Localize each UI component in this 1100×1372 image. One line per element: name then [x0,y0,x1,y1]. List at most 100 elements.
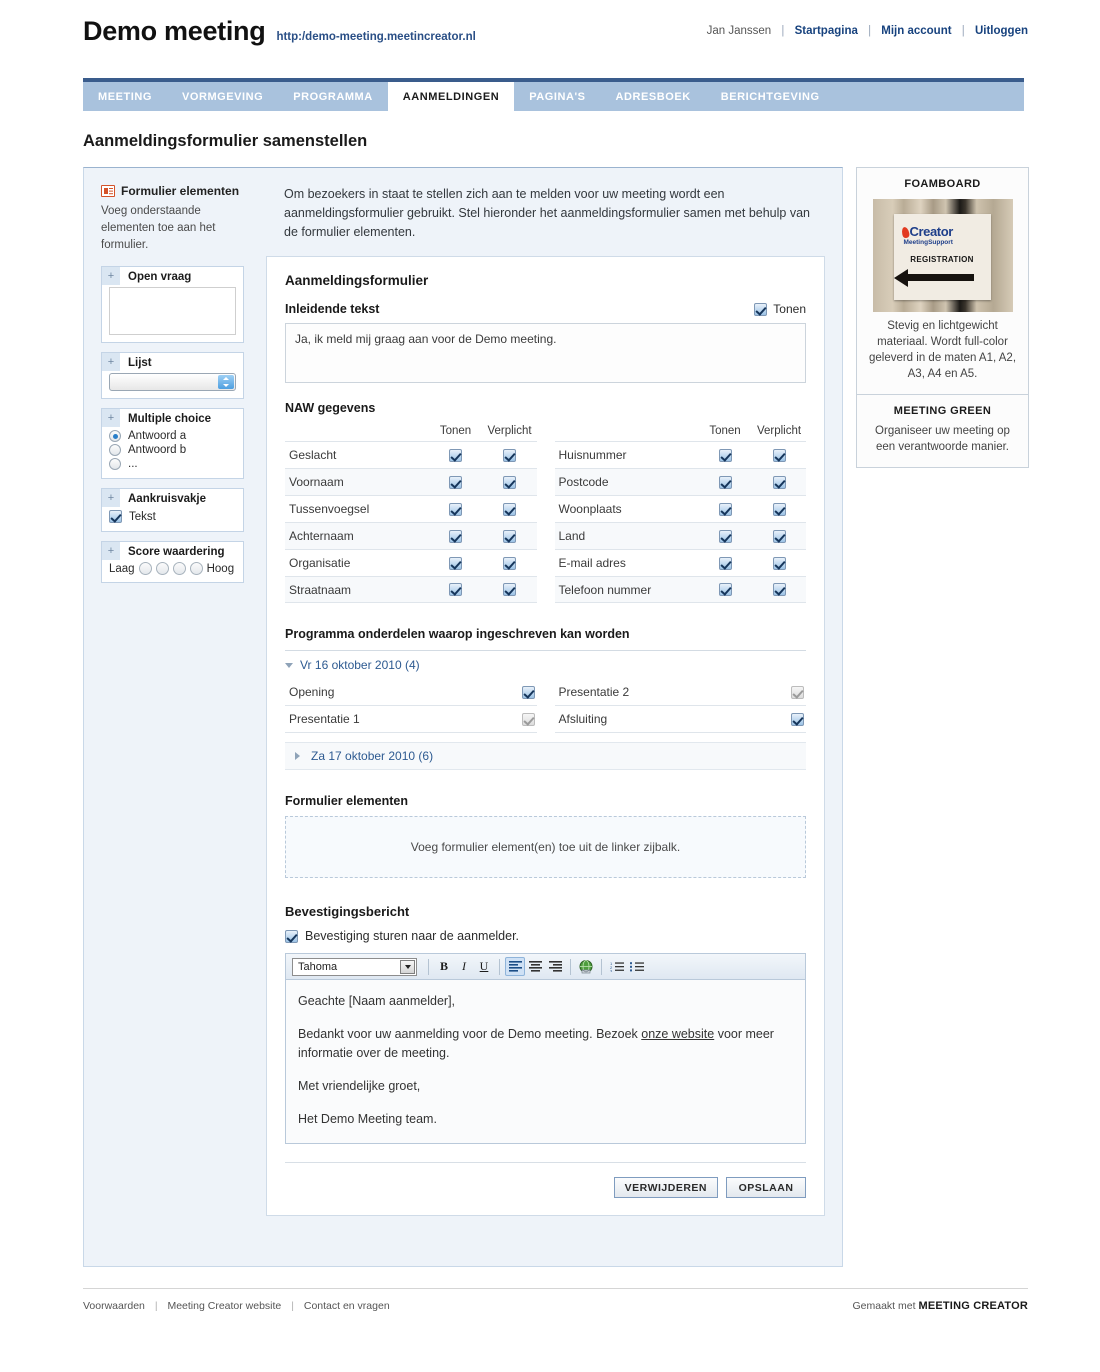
widget-aankruisvakje[interactable]: + Aankruisvakje Tekst [101,488,244,532]
naw-tonen-cell[interactable] [429,529,483,543]
inleidende-tekst-input[interactable]: Ja, ik meld mij graag aan voor de Demo m… [285,323,806,383]
widget-open-vraag[interactable]: + Open vraag [101,266,244,343]
naw-verplicht-cell[interactable] [752,502,806,516]
naw-tonen-cell[interactable] [429,502,483,516]
checkbox-checked-icon[interactable] [772,556,786,570]
programma-day-2-toggle[interactable]: Za 17 oktober 2010 (6) [285,742,806,770]
align-left-button[interactable] [505,957,525,976]
naw-tonen-cell[interactable] [698,448,752,462]
tab-vormgeving[interactable]: VORMGEVING [167,82,278,111]
promo-box-meeting-green[interactable]: MEETING GREEN Organiseer uw meeting op e… [856,395,1029,468]
add-multiple-choice-button[interactable]: + [102,409,120,427]
promo-box-foamboard[interactable]: FOAMBOARD Creator MeetingSupport REGISTR… [856,167,1029,395]
tab-berichtgeving[interactable]: BERICHTGEVING [706,82,835,111]
checkbox-checked-icon[interactable] [772,529,786,543]
naw-verplicht-cell[interactable] [483,529,537,543]
nav-link-mijn-account[interactable]: Mijn account [881,25,951,37]
naw-verplicht-cell[interactable] [752,529,806,543]
editor-link-onze-website[interactable]: onze website [641,1027,714,1041]
tab-meeting[interactable]: MEETING [83,82,167,111]
checkbox-checked-icon[interactable] [449,502,462,516]
naw-tonen-cell[interactable] [429,475,483,489]
save-button[interactable]: OPSLAAN [726,1177,806,1198]
form-elements-dropzone[interactable]: Voeg formulier element(en) toe uit de li… [285,816,806,878]
italic-button[interactable]: I [454,957,474,976]
font-family-select[interactable]: Tahoma [292,957,417,976]
chevron-down-icon[interactable] [400,959,415,974]
unordered-list-button[interactable] [627,957,647,976]
add-aankruisvakje-button[interactable]: + [102,489,120,507]
insert-link-globe-button[interactable] [576,957,596,976]
tab-adresboek[interactable]: ADRESBOEK [601,82,706,111]
checkbox-checked-icon[interactable] [503,583,516,596]
checkbox-checked-icon[interactable] [772,448,786,462]
naw-tonen-cell[interactable] [429,556,483,570]
checkbox-checked-icon[interactable] [718,502,732,516]
bold-button[interactable]: B [434,957,454,976]
checkbox-checked-icon[interactable] [718,556,732,570]
footer-link-contact-en-vragen[interactable]: Contact en vragen [304,1300,390,1312]
checkbox-checked-icon[interactable] [503,529,516,543]
naw-verplicht-cell[interactable] [752,556,806,570]
programma-day-1-toggle[interactable]: Vr 16 oktober 2010 (4) [285,651,806,679]
nav-link-uitloggen[interactable]: Uitloggen [975,25,1028,37]
delete-button[interactable]: VERWIJDEREN [613,1177,718,1198]
tab-paginas[interactable]: PAGINA'S [514,82,600,111]
checkbox-checked-icon[interactable] [772,583,786,596]
checkbox-checked-icon[interactable] [718,529,732,543]
checkbox-checked-icon[interactable] [285,929,298,943]
naw-tonen-cell[interactable] [698,529,752,543]
widget-lijst[interactable]: + Lijst [101,352,244,399]
naw-verplicht-cell[interactable] [483,502,537,516]
checkbox-checked-icon[interactable] [503,502,516,516]
checkbox-checked-icon[interactable] [754,302,768,316]
align-center-button[interactable] [525,957,545,976]
inleidende-tekst-tonen-toggle[interactable]: Tonen [754,302,806,316]
naw-tonen-cell[interactable] [698,583,752,596]
checkbox-checked-icon[interactable] [449,583,462,596]
naw-tonen-cell[interactable] [698,502,752,516]
checkbox-checked-icon[interactable] [772,475,786,489]
naw-verplicht-cell[interactable] [483,475,537,489]
checkbox-checked-icon[interactable] [449,556,462,570]
add-lijst-button[interactable]: + [102,353,120,371]
checkbox-checked-icon[interactable] [718,448,732,462]
naw-verplicht-cell[interactable] [752,475,806,489]
tab-programma[interactable]: PROGRAMMA [278,82,388,111]
naw-tonen-cell[interactable] [429,448,483,462]
checkbox-checked-icon[interactable] [449,448,462,462]
footer-link-meeting-creator-website[interactable]: Meeting Creator website [167,1300,281,1312]
checkbox-checked-icon[interactable] [503,556,516,570]
checkbox-checked-icon[interactable] [503,448,516,462]
ordered-list-button[interactable]: 123 [607,957,627,976]
underline-button[interactable]: U [474,957,494,976]
nav-link-startpagina[interactable]: Startpagina [795,25,858,37]
naw-verplicht-cell[interactable] [752,583,806,596]
form-elements-sidebar: Formulier elementen Voeg onderstaande el… [84,168,266,1266]
checkbox-checked-icon[interactable] [718,583,732,596]
table-row: Achternaam [285,522,537,549]
widget-multiple-choice[interactable]: + Multiple choice Antwoord a Antwoord b … [101,408,244,479]
add-open-vraag-button[interactable]: + [102,267,120,285]
editor-body[interactable]: Geachte [Naam aanmelder], Bedankt voor u… [286,980,805,1143]
tab-aanmeldingen[interactable]: AANMELDINGEN [387,82,515,111]
checkbox-checked-icon[interactable] [791,712,804,726]
checkbox-checked-icon[interactable] [718,475,732,489]
naw-verplicht-cell[interactable] [483,583,537,596]
checkbox-checked-icon[interactable] [521,685,535,699]
naw-tonen-cell[interactable] [698,475,752,489]
naw-tonen-cell[interactable] [698,556,752,570]
widget-score-waardering[interactable]: + Score waardering Laag Hoog [101,541,244,583]
checkbox-checked-icon[interactable] [449,529,462,543]
footer-link-voorwaarden[interactable]: Voorwaarden [83,1300,145,1312]
add-score-waardering-button[interactable]: + [102,542,120,560]
align-right-button[interactable] [545,957,565,976]
naw-tonen-cell[interactable] [429,583,483,596]
bevestiging-toggle[interactable]: Bevestiging sturen naar de aanmelder. [285,929,806,943]
naw-verplicht-cell[interactable] [752,448,806,462]
checkbox-checked-icon[interactable] [503,475,516,489]
naw-verplicht-cell[interactable] [483,448,537,462]
checkbox-checked-icon[interactable] [772,502,786,516]
naw-verplicht-cell[interactable] [483,556,537,570]
checkbox-checked-icon[interactable] [449,475,462,489]
